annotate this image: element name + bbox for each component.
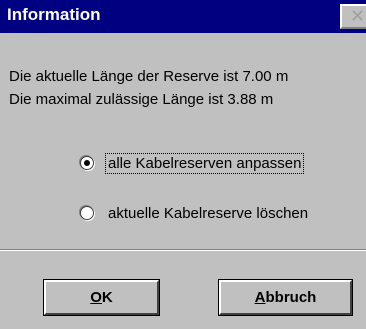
option-adjust-all[interactable]: alle Kabelreserven anpassen (80, 152, 305, 174)
radio-delete-current[interactable] (80, 206, 94, 220)
close-icon: ✕ (350, 6, 366, 26)
cancel-button[interactable]: Abbruch (219, 280, 352, 315)
option-adjust-all-label[interactable]: alle Kabelreserven anpassen (104, 152, 305, 174)
message-line-current-length: Die aktuelle Länge der Reserve ist 7.00 … (9, 68, 289, 85)
close-button[interactable]: ✕ (340, 4, 366, 29)
option-delete-current[interactable]: aktuelle Kabelreserve löschen (80, 202, 310, 224)
button-separator (0, 249, 366, 251)
message-text: Die aktuelle Länge der Reserve ist 7.00 … (9, 68, 288, 114)
radio-adjust-all[interactable] (80, 156, 94, 170)
ok-button-label: OK (90, 289, 113, 306)
window-title: Information (7, 5, 101, 24)
cancel-button-label: Abbruch (254, 289, 317, 306)
ok-button[interactable]: OK (44, 280, 159, 315)
message-line-max-length: Die maximal zulässige Länge ist 3.88 m (9, 91, 274, 108)
option-delete-current-label[interactable]: aktuelle Kabelreserve löschen (106, 204, 310, 223)
title-bar: Information ✕ (0, 0, 366, 33)
